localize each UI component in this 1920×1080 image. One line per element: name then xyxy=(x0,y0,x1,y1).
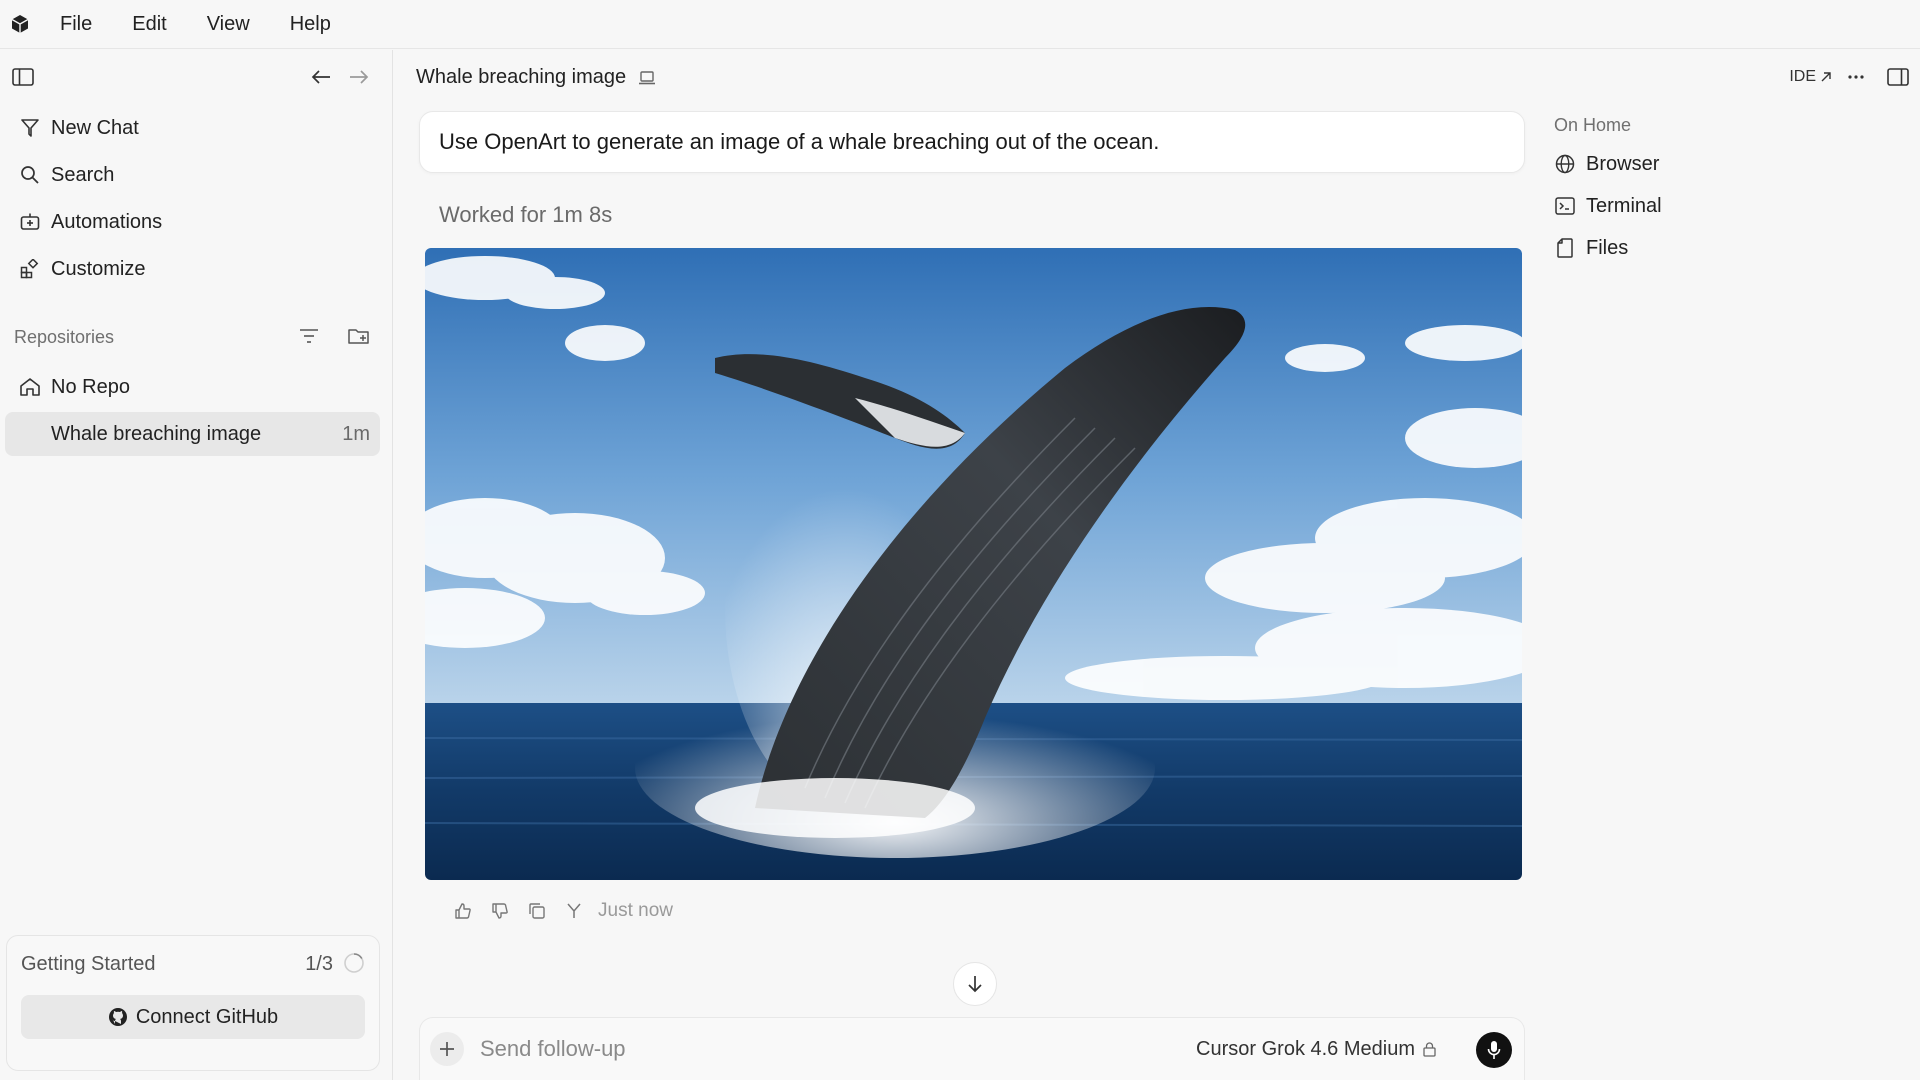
sidebar-item-label: Customize xyxy=(51,257,146,280)
filter-icon[interactable] xyxy=(293,320,325,352)
menu-help[interactable]: Help xyxy=(270,0,351,49)
chat-item-time: 1m xyxy=(342,422,370,445)
toggle-sidebar-icon[interactable] xyxy=(7,61,39,93)
add-attachment-button[interactable] xyxy=(430,1032,464,1066)
sidebar-item-label: Search xyxy=(51,163,115,186)
add-folder-icon[interactable] xyxy=(343,320,375,352)
laptop-icon xyxy=(638,70,656,86)
more-options-icon[interactable] xyxy=(1840,61,1872,93)
repositories-label: Repositories xyxy=(14,327,115,347)
connect-github-button[interactable]: Connect GitHub xyxy=(21,995,365,1039)
sidebar-item-new-chat[interactable]: New Chat xyxy=(8,106,380,150)
menu-edit[interactable]: Edit xyxy=(112,0,186,49)
lock-icon xyxy=(1415,1042,1436,1057)
panel-item-terminal[interactable]: Terminal xyxy=(1552,189,1752,223)
sidebar-toolbar xyxy=(0,50,393,103)
repo-item-no-repo[interactable]: No Repo xyxy=(8,365,380,409)
customize-icon xyxy=(12,259,48,279)
menu-view[interactable]: View xyxy=(187,0,270,49)
chat-item-label: Whale breaching image xyxy=(51,422,262,445)
terminal-icon xyxy=(1552,197,1578,215)
microphone-icon xyxy=(1487,1040,1501,1060)
arrow-down-icon xyxy=(967,975,983,993)
fork-icon[interactable] xyxy=(555,902,592,920)
sidebar-item-customize[interactable]: Customize xyxy=(8,247,380,291)
worked-for-label[interactable]: Worked for 1m 8s xyxy=(439,202,612,228)
message-timestamp: Just now xyxy=(598,900,673,921)
thumbs-up-icon[interactable] xyxy=(444,902,481,920)
chat-title: Whale breaching image xyxy=(416,66,656,89)
chat-item-whale-breaching-image[interactable]: Whale breaching image 1m xyxy=(5,412,380,456)
sidebar-item-search[interactable]: Search xyxy=(8,153,380,197)
message-actions: Just now xyxy=(444,898,673,924)
sidebar: New Chat Search Automations Customize Re… xyxy=(0,50,393,1080)
chat-header: Whale breaching image IDE xyxy=(394,50,1920,104)
user-prompt-bubble: Use OpenArt to generate an image of a wh… xyxy=(419,111,1525,173)
panel-item-files[interactable]: Files xyxy=(1552,231,1752,265)
follow-up-composer: Cursor Grok 4.6 Medium xyxy=(419,1017,1525,1080)
new-chat-icon xyxy=(12,118,48,138)
getting-started-progress: 1/3 xyxy=(305,953,333,975)
generated-whale-image[interactable] xyxy=(425,248,1522,880)
automations-icon xyxy=(12,212,48,232)
voice-input-button[interactable] xyxy=(1476,1032,1512,1068)
forward-arrow-icon[interactable] xyxy=(343,61,375,93)
menu-bar: File Edit View Help xyxy=(0,0,1920,49)
github-icon xyxy=(108,1007,128,1027)
copy-icon[interactable] xyxy=(518,902,555,920)
toggle-right-panel-icon[interactable] xyxy=(1882,61,1914,93)
search-icon xyxy=(12,165,48,185)
app-logo-icon xyxy=(0,0,40,49)
model-name: Cursor Grok 4.6 Medium xyxy=(1196,1038,1415,1060)
open-ide-link[interactable]: IDE xyxy=(1789,68,1832,86)
chat-title-text: Whale breaching image xyxy=(416,66,627,88)
progress-ring-icon xyxy=(343,952,365,974)
plus-icon xyxy=(438,1040,456,1058)
back-arrow-icon[interactable] xyxy=(305,61,337,93)
thumbs-down-icon[interactable] xyxy=(481,902,518,920)
menu-file[interactable]: File xyxy=(40,0,112,49)
sidebar-item-label: Automations xyxy=(51,210,163,233)
panel-item-browser[interactable]: Browser xyxy=(1552,147,1752,181)
model-selector[interactable]: Cursor Grok 4.6 Medium xyxy=(1196,1038,1436,1061)
sidebar-item-label: New Chat xyxy=(51,116,139,139)
repo-item-label: No Repo xyxy=(51,375,130,398)
on-home-label: On Home xyxy=(1554,115,1632,135)
connect-github-label: Connect GitHub xyxy=(135,1005,279,1028)
ide-label: IDE xyxy=(1789,68,1816,85)
panel-item-label: Files xyxy=(1586,236,1629,259)
follow-up-input[interactable] xyxy=(480,1032,1080,1066)
panel-item-label: Terminal xyxy=(1586,194,1662,217)
panel-item-label: Browser xyxy=(1586,152,1660,175)
file-icon xyxy=(1552,238,1578,258)
globe-icon xyxy=(1552,154,1578,174)
home-icon xyxy=(12,377,48,397)
external-arrow-icon xyxy=(1816,71,1832,83)
getting-started-card: Getting Started 1/3 Connect GitHub xyxy=(6,935,380,1071)
scroll-to-bottom-button[interactable] xyxy=(953,962,997,1006)
getting-started-title: Getting Started xyxy=(21,953,156,975)
sidebar-item-automations[interactable]: Automations xyxy=(8,200,380,244)
